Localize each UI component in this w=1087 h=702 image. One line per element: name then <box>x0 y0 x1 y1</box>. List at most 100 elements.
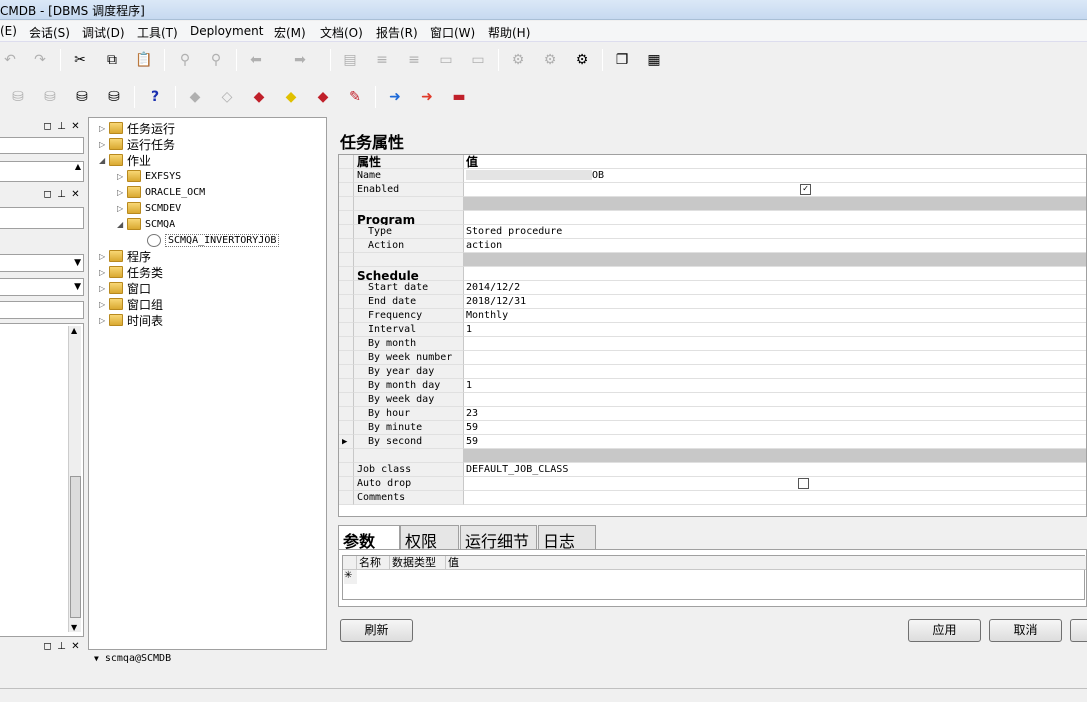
navigate-forward-icon[interactable]: ➡ <box>290 50 310 70</box>
property-row-enabled[interactable]: Enabled ✓ <box>339 183 1086 197</box>
blue-arrow-icon[interactable]: ➜ <box>385 87 405 107</box>
extra-button[interactable] <box>1070 619 1087 642</box>
red-gems-icon[interactable]: ◆ <box>313 87 333 107</box>
scroll-arrows-icon[interactable]: ▲ <box>75 162 81 171</box>
vertical-scrollbar[interactable]: ▲ ▼ <box>68 326 81 632</box>
outdent-icon[interactable]: ≡ <box>404 50 424 70</box>
panel-list[interactable]: ▲ ▼ <box>0 323 84 637</box>
eraser-icon[interactable]: ◇ <box>217 87 237 107</box>
cut-icon[interactable]: ✂ <box>70 50 90 70</box>
object-tree[interactable]: ▷ 任务运行 ▷ 运行任务 ◢ 作业 ▷ EXFSYS ▷ ORACLE_OCM ▷ SCM… <box>88 117 327 650</box>
expand-icon[interactable]: ▷ <box>117 188 127 197</box>
auto-drop-checkbox[interactable] <box>798 478 809 489</box>
property-row-auto-drop[interactable]: Auto drop <box>339 477 1086 491</box>
tab-run-details[interactable]: 运行细节 <box>460 525 537 551</box>
panel-scroll-list[interactable]: ▲ <box>0 161 84 182</box>
tree-item-scmqa[interactable]: ◢ SCMQA <box>117 216 175 232</box>
windows-cascade-icon[interactable]: ❐ <box>612 50 632 70</box>
tab-log[interactable]: 日志 <box>538 525 596 551</box>
property-row-by-second[interactable]: ▶ By second 59 <box>339 435 1086 449</box>
restore-icon[interactable]: ◻ <box>42 189 53 202</box>
expand-icon[interactable]: ▷ <box>99 284 109 293</box>
property-row-interval[interactable]: Interval 1 <box>339 323 1086 337</box>
tree-item-scmqa-invertoryjob[interactable]: SCMQA_INVERTORYJOB <box>147 232 280 248</box>
property-row-type[interactable]: Type Stored procedure <box>339 225 1086 239</box>
windows-tile-icon[interactable]: ▦ <box>644 50 664 70</box>
apply-button[interactable]: 应用 <box>908 619 981 642</box>
comment-icon[interactable]: ▭ <box>436 50 456 70</box>
find-icon[interactable]: ⚲ <box>175 50 195 70</box>
panel-field[interactable] <box>0 301 84 319</box>
menu-deployment[interactable]: Deployment <box>190 24 263 38</box>
db-compile-icon[interactable]: ⚙ <box>540 50 560 70</box>
paste-icon[interactable]: 📋 <box>134 50 154 70</box>
property-row-comments[interactable]: Comments <box>339 491 1086 505</box>
menu-tools[interactable]: 工具(T) <box>137 24 178 41</box>
menu-macro[interactable]: 宏(M) <box>274 24 306 41</box>
tree-item-jobs[interactable]: ◢ 作业 <box>99 152 151 168</box>
expand-icon[interactable]: ▷ <box>99 316 109 325</box>
red-arrow-icon[interactable]: ➜ <box>417 87 437 107</box>
scrollbar-thumb[interactable] <box>70 476 81 618</box>
pin-icon[interactable]: ⊥ <box>56 641 67 654</box>
database-icon[interactable]: ⛁ <box>8 87 28 107</box>
tree-item-windows[interactable]: ▷ 窗口 <box>99 280 151 296</box>
navigate-back-icon[interactable]: ⬅ <box>246 50 266 70</box>
tab-parameters[interactable]: 参数 <box>338 525 400 551</box>
expand-icon[interactable]: ▷ <box>117 172 127 181</box>
collapse-icon[interactable]: ◢ <box>117 220 127 229</box>
maximize-button[interactable] <box>1050 0 1078 18</box>
connection-selector[interactable]: ▼ scmqa@SCMDB <box>88 653 233 669</box>
tree-item-task-runs[interactable]: ▷ 任务运行 <box>99 120 175 136</box>
document-icon[interactable]: ▤ <box>340 50 360 70</box>
tree-item-schedules[interactable]: ▷ 时间表 <box>99 312 163 328</box>
db-run-icon[interactable]: ⚙ <box>572 50 592 70</box>
tab-privileges[interactable]: 权限 <box>400 525 459 551</box>
scroll-down-icon[interactable]: ▼ <box>71 623 77 632</box>
find-next-icon[interactable]: ⚲ <box>206 50 226 70</box>
restore-icon[interactable]: ◻ <box>42 121 53 134</box>
uncomment-icon[interactable]: ▭ <box>468 50 488 70</box>
property-row-job-class[interactable]: Job class DEFAULT_JOB_CLASS <box>339 463 1086 477</box>
restore-icon[interactable]: ◻ <box>42 641 53 654</box>
scroll-up-icon[interactable]: ▲ <box>71 326 77 335</box>
property-row-by-hour[interactable]: By hour 23 <box>339 407 1086 421</box>
property-row-start-date[interactable]: Start date 2014/12/2 <box>339 281 1086 295</box>
menu-window[interactable]: 窗口(W) <box>430 24 475 41</box>
property-row-by-month-day[interactable]: By month day 1 <box>339 379 1086 393</box>
indent-icon[interactable]: ≡ <box>372 50 392 70</box>
property-grid[interactable]: 属性值 Name OB Enabled ✓ Program Type Stored p… <box>338 154 1087 517</box>
menu-documents[interactable]: 文档(O) <box>320 24 363 41</box>
close-icon[interactable]: ✕ <box>70 641 81 654</box>
tree-item-window-groups[interactable]: ▷ 窗口组 <box>99 296 163 312</box>
refresh-button[interactable]: 刷新 <box>340 619 413 642</box>
menu-session[interactable]: 会话(S) <box>29 24 70 41</box>
minimize-button[interactable] <box>1018 0 1046 18</box>
parameters-grid[interactable]: 名称 数据类型 值 ✳ <box>342 555 1086 600</box>
expand-icon[interactable]: ▷ <box>117 204 127 213</box>
property-row-name[interactable]: Name OB <box>339 169 1086 183</box>
menu-help[interactable]: 帮助(H) <box>488 24 530 41</box>
property-row-by-week-day[interactable]: By week day <box>339 393 1086 407</box>
tree-item-programs[interactable]: ▷ 程序 <box>99 248 151 264</box>
brush-icon[interactable]: ✎ <box>345 87 365 107</box>
property-row-frequency[interactable]: Frequency Monthly <box>339 309 1086 323</box>
expand-icon[interactable]: ▷ <box>99 268 109 277</box>
close-icon[interactable]: ✕ <box>70 189 81 202</box>
db-object-icon[interactable]: ⚙ <box>508 50 528 70</box>
close-icon[interactable]: ✕ <box>70 121 81 134</box>
disconnect-icon[interactable]: ⛁ <box>104 87 124 107</box>
panel-combo[interactable]: ▼ <box>0 278 84 296</box>
menu-reports[interactable]: 报告(R) <box>376 24 418 41</box>
cancel-button[interactable]: 取消 <box>989 619 1062 642</box>
breakpoint-icon[interactable]: ◆ <box>185 87 205 107</box>
expand-icon[interactable]: ▷ <box>99 124 109 133</box>
panel-combo[interactable]: ▼ <box>0 254 84 272</box>
red-gem-icon[interactable]: ◆ <box>249 87 269 107</box>
connect-icon[interactable]: ⛁ <box>72 87 92 107</box>
help-icon[interactable]: ? <box>145 87 165 107</box>
panel-field[interactable] <box>0 137 84 154</box>
tree-item-job-classes[interactable]: ▷ 任务类 <box>99 264 163 280</box>
tree-item-oracle-ocm[interactable]: ▷ ORACLE_OCM <box>117 184 205 200</box>
enabled-checkbox[interactable]: ✓ <box>800 184 811 195</box>
